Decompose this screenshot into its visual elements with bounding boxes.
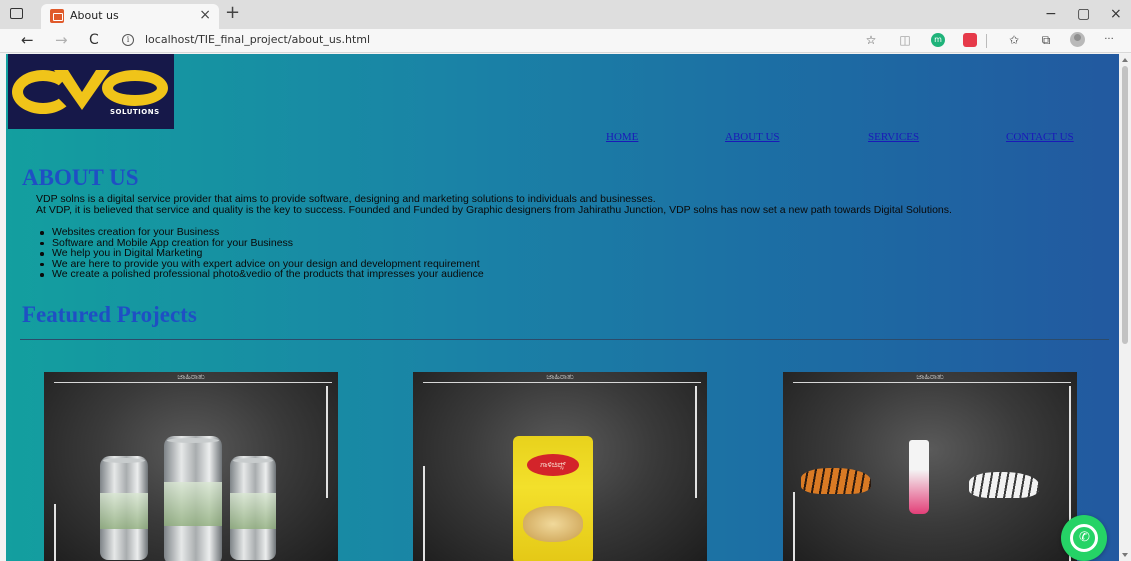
featured-projects-heading: Featured Projects — [22, 302, 197, 327]
orange-tiger-image — [801, 468, 871, 494]
list-item: We help you in Digital Marketing — [40, 248, 484, 259]
tea-can-image — [230, 456, 276, 560]
chips-brand-label: ಗಾಳಿಚಿಪ್ಸ್ — [527, 454, 579, 476]
minimize-icon[interactable]: − — [1045, 5, 1057, 23]
favorites-add-icon[interactable]: ☆ — [864, 33, 878, 47]
extension-icon[interactable]: ◫ — [898, 33, 912, 47]
maximize-icon[interactable]: ▢ — [1077, 5, 1090, 23]
can-top — [167, 438, 219, 443]
frame-line — [423, 466, 425, 561]
project-card-chips[interactable]: ಜಾಹಿರಾತು ಗಾಳಿಚಿಪ್ಸ್ — [413, 372, 707, 561]
address-bar: ← → C i localhost/TIE_final_project/abou… — [0, 29, 1131, 53]
logo-p-shape — [102, 70, 168, 106]
profile-icon[interactable] — [1070, 32, 1085, 47]
cream-tube-image — [909, 440, 929, 514]
scroll-thumb[interactable] — [1122, 66, 1128, 344]
can-top — [102, 458, 146, 463]
frame-line — [793, 382, 1071, 383]
frame-line — [54, 504, 56, 561]
scroll-down-icon[interactable] — [1122, 553, 1128, 557]
nav-about-link[interactable]: ABOUT US — [725, 131, 780, 143]
collections-icon[interactable]: ⧉ — [1039, 33, 1053, 47]
chips-packet-image: ಗಾಳಿಚಿಪ್ಸ್ — [513, 436, 593, 561]
toolbar-divider — [986, 34, 987, 48]
site-info-icon[interactable]: i — [122, 34, 134, 46]
favicon-icon — [50, 9, 64, 23]
can-band — [230, 493, 276, 529]
nav-contact-link[interactable]: CONTACT US — [1006, 131, 1074, 143]
can-band — [100, 493, 148, 529]
section-divider — [20, 339, 1109, 340]
can-band — [164, 482, 222, 526]
frame-line — [423, 382, 701, 383]
page-scrollbar[interactable] — [1119, 54, 1131, 561]
tea-can-image — [100, 456, 148, 560]
list-item: Websites creation for your Business — [40, 227, 484, 238]
services-list: Websites creation for your Business Soft… — [40, 227, 484, 280]
intro-paragraph-2: At VDP, it is believed that service and … — [36, 204, 952, 216]
more-icon[interactable]: ··· — [1102, 33, 1116, 47]
can-top — [232, 458, 274, 463]
whatsapp-button[interactable]: ✆ — [1061, 515, 1107, 561]
about-us-heading: ABOUT US — [22, 165, 139, 190]
project-label: ಜಾಹಿರಾತು — [546, 372, 574, 381]
project-card-tea[interactable]: ಜಾಹಿರಾತು — [44, 372, 338, 561]
project-card-cream[interactable]: ಜಾಹಿರಾತು — [783, 372, 1077, 561]
extension-red-icon[interactable] — [963, 33, 977, 47]
nav-home-link[interactable]: HOME — [606, 131, 638, 143]
new-tab-icon[interactable]: + — [225, 3, 240, 23]
tea-can-image — [164, 436, 222, 561]
logo-text: SOLUTIONS — [110, 108, 160, 116]
list-item: We create a polished professional photo&… — [40, 269, 484, 280]
tab-title: About us — [70, 9, 119, 22]
frame-line — [793, 492, 795, 561]
project-label: ಜಾಹಿರಾತು — [177, 372, 205, 381]
url-field[interactable]: localhost/TIE_final_project/about_us.htm… — [145, 33, 370, 46]
white-tiger-image — [969, 472, 1039, 498]
refresh-icon[interactable]: C — [89, 30, 99, 50]
logo-v-inner — [68, 70, 96, 92]
close-window-icon[interactable]: × — [1110, 5, 1122, 23]
project-label: ಜಾಹಿರಾತು — [916, 372, 944, 381]
scroll-up-icon[interactable] — [1122, 58, 1128, 62]
tab-close-icon[interactable]: × — [199, 7, 211, 23]
favorites-icon[interactable]: ✩ — [1007, 33, 1021, 47]
frame-line — [326, 386, 328, 498]
nav-services-link[interactable]: SERVICES — [868, 131, 919, 143]
tab-about-us[interactable]: About us × — [41, 4, 219, 29]
back-icon[interactable]: ← — [21, 30, 34, 50]
frame-line — [54, 382, 332, 383]
phone-icon: ✆ — [1079, 530, 1090, 545]
tab-actions-icon[interactable] — [10, 8, 23, 19]
tab-bar: About us × + − ▢ × — [0, 0, 1131, 29]
vdp-logo[interactable]: SOLUTIONS — [8, 54, 174, 129]
page-viewport: SOLUTIONS HOME ABOUT US SERVICES CONTACT… — [6, 54, 1119, 561]
chips-pile — [523, 506, 583, 542]
forward-icon[interactable]: → — [55, 30, 68, 50]
frame-line — [695, 386, 697, 498]
extension-green-icon[interactable]: m — [931, 33, 945, 47]
